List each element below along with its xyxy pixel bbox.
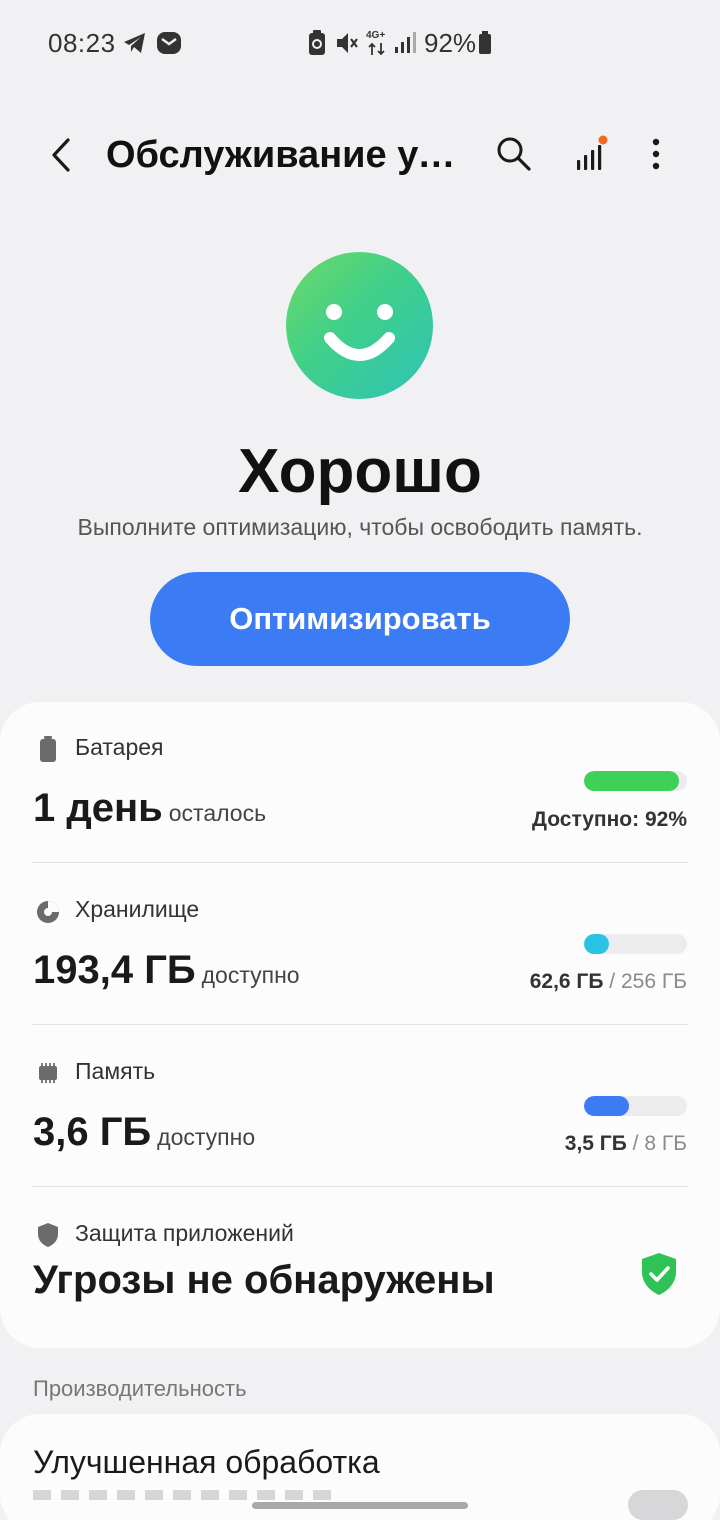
stats-icon[interactable]	[572, 134, 612, 174]
telegram-icon	[124, 33, 145, 53]
memory-total: 8 ГБ	[644, 1132, 687, 1155]
storage-usage: 62,6 ГБ / 256 ГБ	[530, 970, 687, 994]
device-care-card: Батарея 1 день осталось Доступно: 92% Хра…	[0, 702, 720, 1348]
battery-value: 1 день осталось	[33, 786, 266, 831]
battery-label: Батарея	[75, 734, 164, 760]
status-bar: 08:23 4G+ 92%	[0, 0, 720, 86]
home-indicator[interactable]	[252, 1502, 468, 1509]
back-icon[interactable]	[40, 130, 84, 180]
battery-icon	[479, 31, 491, 54]
storage-used: 62,6 ГБ	[529, 970, 604, 993]
enhanced-processing-toggle[interactable]	[628, 1490, 688, 1520]
divider	[32, 1186, 688, 1187]
status-subtitle: Выполните оптимизацию, чтобы освободить …	[77, 514, 643, 540]
memory-label: Память	[75, 1058, 156, 1084]
storage-level-bar	[584, 934, 687, 954]
shield-icon	[38, 1223, 58, 1247]
app-protection-label: Защита приложений	[75, 1220, 294, 1246]
signal-icon	[395, 32, 416, 53]
battery-level-bar	[584, 771, 687, 791]
status-smile-icon	[286, 252, 433, 399]
memory-row[interactable]: Память 3,6 ГБ доступно 3,5 ГБ / 8 ГБ	[0, 1026, 720, 1188]
mute-icon	[337, 33, 358, 53]
battery-value-suffix: осталось	[168, 800, 267, 826]
memory-separator: /	[632, 1132, 639, 1155]
more-options-icon[interactable]	[636, 134, 676, 174]
memory-level-fill	[584, 1096, 630, 1116]
optimize-button[interactable]: Оптимизировать	[150, 572, 570, 666]
storage-pie-icon	[37, 901, 59, 923]
memory-value-suffix: доступно	[157, 1124, 256, 1150]
storage-separator: /	[609, 970, 616, 993]
memory-chip-icon	[39, 1063, 57, 1083]
battery-saver-icon	[309, 30, 325, 55]
enhanced-processing-title: Улучшенная обработка	[33, 1444, 380, 1480]
page-title: Обслуживание ус...	[106, 134, 466, 176]
memory-usage: 3,5 ГБ / 8 ГБ	[565, 1132, 687, 1156]
enhanced-processing-description	[33, 1490, 333, 1500]
network-type: 4G+	[366, 30, 386, 41]
status-time: 08:23	[48, 28, 116, 58]
storage-value: 193,4 ГБ доступно	[33, 948, 300, 993]
battery-icon	[40, 736, 56, 762]
divider	[32, 1024, 688, 1025]
search-icon[interactable]	[494, 134, 534, 174]
app-protection-status: Угрозы не обнаружены	[33, 1258, 495, 1302]
battery-time-left: 1 день	[33, 786, 163, 830]
status-title: Хорошо	[238, 437, 482, 506]
divider	[32, 862, 688, 863]
message-icon	[157, 32, 181, 54]
storage-available: 193,4 ГБ	[33, 948, 196, 992]
app-protection-row[interactable]: Защита приложений Угрозы не обнаружены	[0, 1188, 720, 1350]
memory-level-bar	[584, 1096, 687, 1116]
storage-label: Хранилище	[75, 896, 200, 922]
shield-check-icon	[642, 1253, 676, 1295]
performance-section-header: Производительность	[33, 1376, 247, 1401]
notification-dot	[598, 135, 608, 145]
battery-available: Доступно: 92%	[532, 808, 687, 831]
battery-row[interactable]: Батарея 1 день осталось Доступно: 92%	[0, 702, 720, 864]
battery-level-fill	[584, 771, 679, 791]
storage-row[interactable]: Хранилище 193,4 ГБ доступно 62,6 ГБ / 256…	[0, 864, 720, 1026]
battery-percent: 92%	[424, 28, 477, 58]
memory-value: 3,6 ГБ доступно	[33, 1110, 255, 1155]
memory-used: 3,5 ГБ	[564, 1132, 627, 1155]
storage-level-fill	[584, 934, 610, 954]
network-4g-icon: 4G+	[366, 30, 388, 56]
storage-value-suffix: доступно	[201, 962, 300, 988]
storage-total: 256 ГБ	[620, 970, 687, 993]
memory-available: 3,6 ГБ	[33, 1110, 152, 1154]
